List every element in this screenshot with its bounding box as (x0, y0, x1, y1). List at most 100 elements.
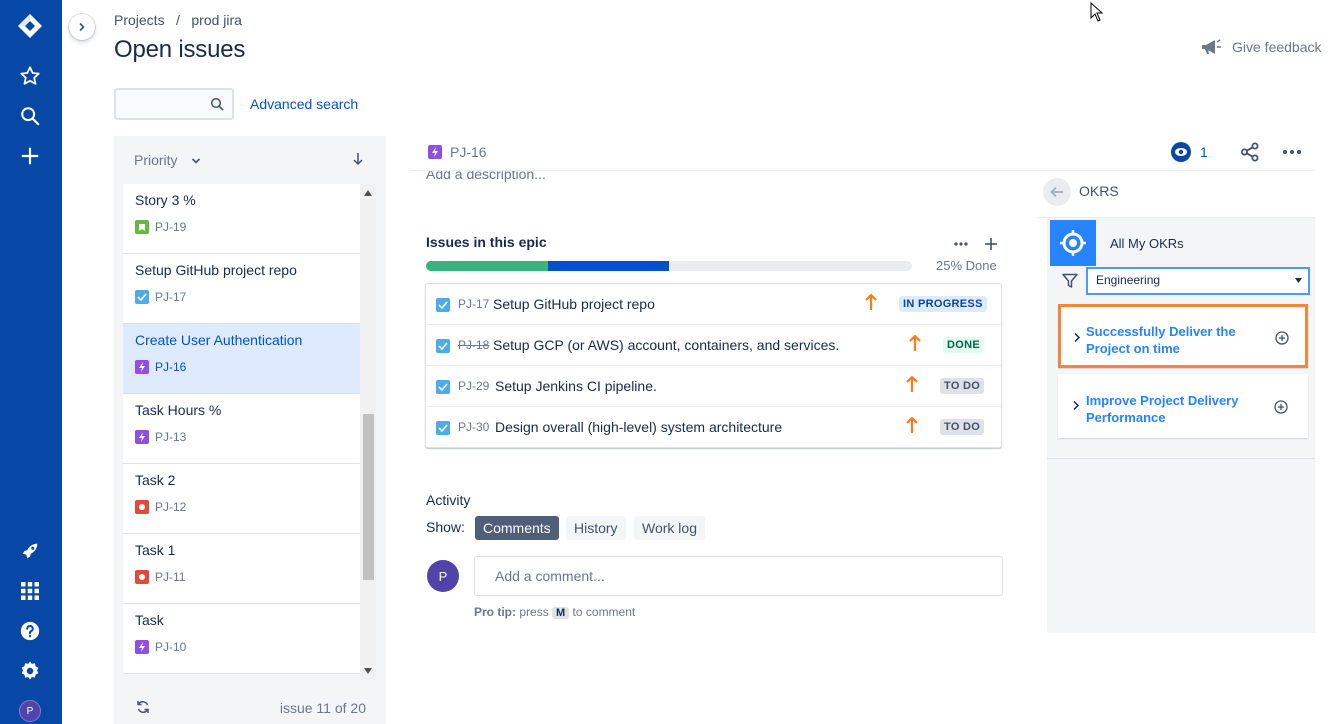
table-row[interactable]: PJ-18 Setup GCP (or AWS) account, contai… (426, 325, 1001, 366)
comment-input[interactable]: Add a comment... (474, 556, 1003, 596)
scroll-up-icon[interactable] (364, 190, 372, 196)
sort-direction-icon[interactable] (352, 152, 364, 166)
star-icon[interactable] (17, 63, 43, 89)
watch-button[interactable]: 1 (1170, 141, 1208, 163)
scrollbar-thumb[interactable] (363, 414, 374, 580)
rocket-icon[interactable] (17, 538, 43, 564)
apps-grid-icon[interactable] (17, 578, 43, 604)
okr-team-select[interactable]: Engineering (1086, 267, 1310, 295)
issue-summary[interactable]: Setup GitHub project repo (493, 296, 655, 312)
chevron-down-icon (192, 158, 201, 164)
add-circle-icon[interactable] (1274, 400, 1288, 414)
list-item-selected[interactable]: Create User Authentication PJ-16 (123, 324, 360, 394)
epic-issues-table: PJ-17 Setup GitHub project repo IN PROGR… (425, 283, 1002, 448)
help-icon[interactable] (17, 618, 43, 644)
priority-high-icon (906, 375, 918, 392)
list-item[interactable]: Task Hours % PJ-13 (123, 394, 360, 464)
more-options-icon[interactable] (1282, 149, 1302, 155)
okr-objective-text[interactable]: Successfully Deliver the Project on time (1086, 323, 1256, 357)
issue-key-breadcrumb[interactable]: PJ-16 (428, 144, 487, 160)
task-icon (436, 298, 450, 312)
issue-key[interactable]: PJ-30 (458, 420, 489, 434)
breadcrumb-projects[interactable]: Projects (114, 12, 165, 28)
progress-done-segment (426, 261, 548, 271)
tab-history[interactable]: History (566, 516, 626, 540)
all-my-okrs-label[interactable]: All My OKRs (1110, 236, 1184, 251)
more-options-icon[interactable] (954, 242, 968, 246)
status-badge[interactable]: TO DO (940, 378, 985, 394)
task-icon (436, 380, 450, 394)
add-child-issue-icon[interactable] (984, 237, 998, 251)
give-feedback-label: Give feedback (1232, 39, 1322, 55)
search-input[interactable] (114, 88, 234, 120)
issue-summary[interactable]: Setup GCP (or AWS) account, containers, … (493, 337, 839, 353)
table-row[interactable]: PJ-17 Setup GitHub project repo IN PROGR… (426, 284, 1001, 325)
megaphone-icon (1202, 39, 1221, 54)
mouse-cursor-icon (1090, 2, 1104, 22)
issue-key[interactable]: PJ-18 (458, 338, 489, 352)
issue-list-panel: Priority Story 3 % PJ-19 Setup GitHub pr… (114, 136, 386, 724)
status-badge[interactable]: TO DO (940, 419, 985, 435)
list-item[interactable]: Story 3 % PJ-19 (123, 184, 360, 254)
table-row[interactable]: PJ-29 Setup Jenkins CI pipeline. TO DO (426, 366, 1001, 407)
jira-logo-icon[interactable] (17, 13, 43, 39)
sort-label: Priority (134, 152, 178, 168)
user-avatar[interactable]: P (19, 700, 41, 722)
issue-list: Story 3 % PJ-19 Setup GitHub project rep… (123, 184, 360, 680)
add-circle-icon[interactable] (1275, 331, 1289, 345)
chevron-right-icon[interactable] (1072, 400, 1080, 411)
issue-summary[interactable]: Design overall (high-level) system archi… (495, 419, 782, 435)
filter-icon[interactable] (1062, 273, 1078, 289)
scroll-down-icon[interactable] (364, 668, 372, 674)
sort-dropdown[interactable]: Priority (134, 152, 201, 168)
settings-icon[interactable] (17, 658, 43, 684)
epic-icon (428, 145, 442, 159)
refresh-icon[interactable] (136, 700, 150, 714)
show-label: Show: (426, 519, 465, 535)
arrow-left-icon (1050, 186, 1063, 198)
list-item[interactable]: Task PJ-10 (123, 604, 360, 674)
issue-summary[interactable]: Setup Jenkins CI pipeline. (495, 378, 657, 394)
issue-key: PJ-12 (155, 500, 187, 514)
add-description-field[interactable]: Add a description... (426, 171, 546, 182)
shortcut-key: M (552, 607, 570, 619)
task-icon (135, 290, 149, 304)
issue-title: Create User Authentication (135, 332, 303, 348)
issue-key[interactable]: PJ-17 (458, 297, 489, 311)
list-footer: issue 11 of 20 (114, 680, 386, 724)
list-item[interactable]: Setup GitHub project repo PJ-17 (123, 254, 360, 324)
story-icon (135, 220, 149, 234)
search-icon[interactable] (17, 103, 43, 129)
priority-high-icon (865, 293, 877, 310)
status-badge[interactable]: IN PROGRESS (899, 296, 987, 312)
okr-card-highlighted[interactable]: Successfully Deliver the Project on time (1058, 304, 1308, 368)
okr-card[interactable]: Improve Project Delivery Performance (1058, 374, 1308, 438)
list-scrollbar[interactable] (360, 184, 376, 680)
bug-icon (135, 570, 149, 584)
okr-objective-text[interactable]: Improve Project Delivery Performance (1086, 392, 1256, 426)
breadcrumb-project[interactable]: prod jira (191, 12, 242, 28)
table-row[interactable]: PJ-30 Design overall (high-level) system… (426, 407, 1001, 448)
issue-title: Task (135, 612, 164, 628)
pro-tip-prefix: Pro tip: (474, 605, 516, 619)
epic-icon (135, 640, 149, 654)
status-badge[interactable]: DONE (943, 337, 984, 353)
advanced-search-link[interactable]: Advanced search (250, 96, 358, 112)
issue-key[interactable]: PJ-29 (458, 379, 489, 393)
breadcrumb: Projects / prod jira (114, 12, 242, 30)
issue-count: issue 11 of 20 (279, 700, 366, 716)
give-feedback-button[interactable]: Give feedback (1200, 38, 1322, 56)
issue-key: PJ-13 (155, 430, 187, 444)
list-item[interactable]: Task 1 PJ-11 (123, 534, 360, 604)
okr-panel-header: OKRS (1038, 172, 1315, 218)
chevron-right-icon[interactable] (1073, 332, 1081, 343)
expand-sidebar-button[interactable] (69, 14, 95, 40)
epic-issues-title: Issues in this epic (426, 234, 547, 250)
share-icon[interactable] (1240, 142, 1260, 162)
list-item[interactable]: Task 2 PJ-12 (123, 464, 360, 534)
tab-comments[interactable]: Comments (475, 516, 559, 540)
epic-icon (135, 360, 149, 374)
plus-icon[interactable] (17, 143, 43, 169)
tab-work-log[interactable]: Work log (634, 516, 705, 540)
back-button[interactable] (1043, 178, 1071, 206)
